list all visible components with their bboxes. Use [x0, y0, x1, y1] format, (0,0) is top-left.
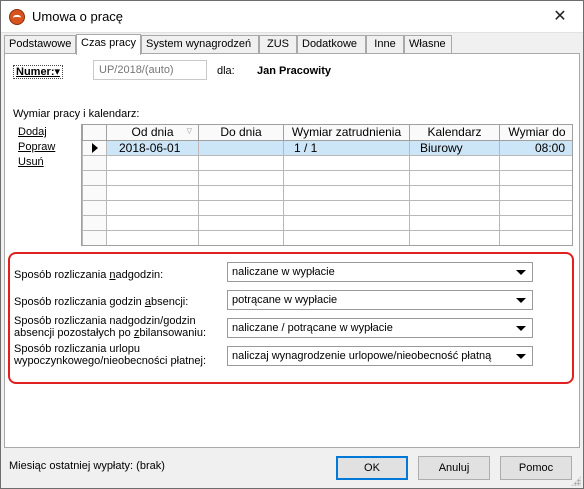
- column-header-wymiar[interactable]: Wymiar zatrudnienia: [283, 125, 410, 141]
- title-bar: Umowa o pracę ✕: [1, 1, 583, 33]
- tab-podstawowe[interactable]: Podstawowe: [4, 35, 76, 54]
- numer-label: Numer:: [16, 66, 55, 78]
- edit-link[interactable]: Popraw: [18, 140, 55, 155]
- delete-link[interactable]: Usuń: [18, 155, 55, 170]
- column-header-do-dnia[interactable]: Do dnia: [198, 125, 284, 141]
- table-row[interactable]: [82, 214, 572, 231]
- window-title: Umowa o pracę: [32, 9, 124, 24]
- overtime-select[interactable]: naliczane w wypłacie: [227, 262, 533, 282]
- absence-label: Sposób rozliczania godzin absencji:: [14, 296, 189, 308]
- table-row[interactable]: [82, 169, 572, 186]
- overtime-label: Sposób rozliczania nadgodzin:: [14, 269, 164, 281]
- current-row-arrow-icon: [91, 143, 98, 154]
- calendar-section-label: Wymiar pracy i kalendarz:: [13, 108, 140, 120]
- tab-dodatkowe[interactable]: Dodatkowe: [297, 35, 366, 54]
- tab-panel-czas-pracy: Numer:▾ dla: Jan Pracowity Wymiar pracy …: [4, 53, 580, 448]
- cell-wymiar-do[interactable]: 08:00: [499, 139, 572, 156]
- dropdown-arrow-icon: [516, 354, 526, 359]
- cell-od-dnia[interactable]: 2018-06-01: [106, 139, 199, 156]
- dialog-window: Umowa o pracę ✕ Podstawowe Czas pracy Sy…: [0, 0, 584, 489]
- column-header-od-dnia[interactable]: Od dnia ▽: [106, 125, 199, 141]
- dropdown-arrow-icon: ▾: [54, 66, 61, 78]
- row-indicator: [82, 139, 107, 156]
- dropdown-arrow-icon: [516, 326, 526, 331]
- tab-inne[interactable]: Inne: [366, 35, 404, 54]
- table-row[interactable]: [82, 199, 572, 216]
- tab-wlasne[interactable]: Własne: [404, 35, 452, 54]
- absence-select[interactable]: potrącane w wypłacie: [227, 290, 533, 310]
- dropdown-arrow-icon: [516, 298, 526, 303]
- sort-icon: ▽: [186, 128, 192, 135]
- column-header-wymiar-do[interactable]: Wymiar do: [499, 125, 572, 141]
- table-row[interactable]: [82, 184, 572, 201]
- help-button[interactable]: Pomoc: [500, 456, 572, 480]
- numer-input[interactable]: [93, 60, 207, 80]
- last-payout-status: Miesiąc ostatniej wypłaty: (brak): [9, 460, 165, 472]
- resize-grip-icon[interactable]: [571, 476, 581, 486]
- tab-zus[interactable]: ZUS: [259, 35, 297, 54]
- dla-label: dla:: [217, 65, 235, 77]
- cell-kalendarz[interactable]: Biurowy: [409, 139, 500, 156]
- ok-button[interactable]: OK: [336, 456, 408, 480]
- table-row[interactable]: [82, 154, 572, 171]
- table-row[interactable]: [82, 229, 572, 245]
- balance-select[interactable]: naliczane / potrącane w wypłacie: [227, 318, 533, 338]
- settlement-settings-group: Sposób rozliczania nadgodzin: naliczane …: [8, 252, 574, 384]
- numer-dropdown-button[interactable]: Numer:▾: [13, 65, 64, 79]
- table-row[interactable]: 2018-06-01 1 / 1 Biurowy 08:00: [82, 139, 572, 156]
- calendar-table: Od dnia ▽ Do dnia Wymiar zatrudnienia Kal…: [82, 125, 572, 245]
- cancel-button[interactable]: Anuluj: [418, 456, 490, 480]
- calendar-grid[interactable]: Od dnia ▽ Do dnia Wymiar zatrudnienia Kal…: [81, 124, 573, 246]
- tab-czas-pracy[interactable]: Czas pracy: [76, 34, 141, 55]
- column-header-kalendarz[interactable]: Kalendarz: [409, 125, 500, 141]
- vacation-select[interactable]: naliczaj wynagrodzenie urlopowe/nieobecn…: [227, 346, 533, 366]
- close-button[interactable]: ✕: [537, 1, 583, 32]
- dropdown-arrow-icon: [516, 270, 526, 275]
- vacation-label: Sposób rozliczania urlopu wypoczynkowego/…: [14, 343, 207, 367]
- row-indicator-header: [82, 125, 107, 141]
- tab-system-wynagrodzen[interactable]: System wynagrodzeń: [141, 35, 259, 54]
- app-logo-icon: [9, 9, 25, 25]
- balance-label: Sposób rozliczania nadgodzin/godzin absen…: [14, 315, 207, 339]
- add-link[interactable]: Dodaj: [18, 125, 55, 140]
- cell-wymiar[interactable]: 1 / 1: [283, 139, 410, 156]
- cell-do-dnia[interactable]: [198, 139, 284, 156]
- calendar-actions: Dodaj Popraw Usuń: [18, 125, 55, 170]
- employee-name: Jan Pracowity: [257, 65, 331, 77]
